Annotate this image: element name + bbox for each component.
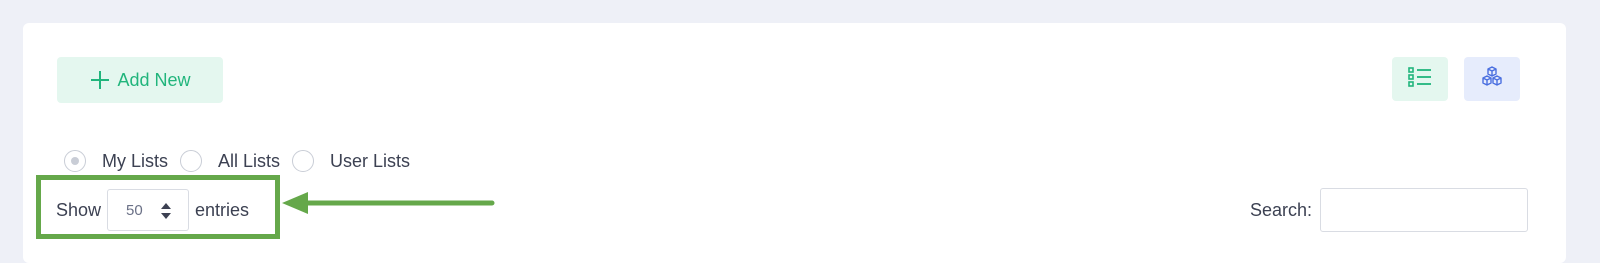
radio-label-all-lists: All Lists	[218, 150, 281, 171]
list-view-button[interactable]	[1392, 57, 1448, 101]
radio-my-lists[interactable]	[64, 150, 86, 172]
annotation-arrow-icon	[282, 188, 496, 218]
radio-selected-dot	[71, 157, 79, 165]
list-view-icon	[1408, 66, 1432, 93]
radio-label-user-lists: User Lists	[330, 150, 411, 171]
cubes-icon	[1480, 65, 1504, 94]
add-new-label: Add New	[117, 69, 191, 90]
plus-icon	[89, 69, 111, 91]
add-new-button[interactable]: Add New	[57, 57, 223, 103]
search-control: Search:	[1250, 188, 1529, 232]
search-label: Search:	[1250, 199, 1313, 220]
radio-user-lists[interactable]	[292, 150, 315, 172]
grid-view-button[interactable]	[1464, 57, 1520, 101]
list-filter-group: My Lists All Lists User Lists	[64, 148, 422, 174]
annotation-highlight-box	[36, 175, 280, 239]
search-input[interactable]	[1320, 188, 1529, 232]
radio-all-lists[interactable]	[180, 150, 203, 172]
radio-label-my-lists: My Lists	[102, 150, 169, 171]
